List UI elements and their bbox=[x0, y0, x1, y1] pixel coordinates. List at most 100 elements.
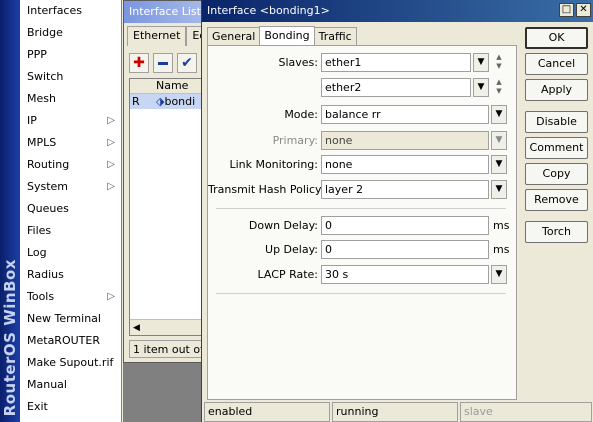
list-item-count: 1 item out of 13 bbox=[129, 340, 202, 358]
tab-general[interactable]: General bbox=[207, 27, 261, 46]
hash-policy-select[interactable]: layer 2 bbox=[321, 180, 489, 199]
check-icon: ✔ bbox=[181, 55, 193, 71]
remove-button[interactable] bbox=[153, 53, 173, 73]
menu-item-make-supout[interactable]: Make Supout.rif bbox=[20, 352, 121, 374]
dropdown-icon[interactable]: ▼ bbox=[473, 53, 489, 72]
dropdown-icon[interactable]: ▼ bbox=[491, 265, 507, 284]
menu-item-exit[interactable]: Exit bbox=[20, 396, 121, 418]
menu-item-queues[interactable]: Queues bbox=[20, 198, 121, 220]
menu-item-interfaces[interactable]: Interfaces bbox=[20, 0, 121, 22]
dropdown-icon: ▼ bbox=[491, 131, 507, 150]
down-delay-row: Down Delay: bbox=[208, 216, 318, 236]
horizontal-scrollbar[interactable]: ◀ bbox=[130, 319, 202, 335]
link-monitoring-label: Link Monitoring: bbox=[229, 158, 318, 171]
dropdown-icon[interactable]: ▼ bbox=[491, 155, 507, 174]
dialog-status-bar: enabled running slave bbox=[202, 402, 593, 422]
mode-select[interactable]: balance rr bbox=[321, 105, 489, 124]
submenu-arrow-icon: ▷ bbox=[107, 137, 115, 148]
menu-item-tools[interactable]: Tools ▷ bbox=[20, 286, 121, 308]
lacp-rate-select[interactable]: 30 s bbox=[321, 265, 489, 284]
column-name[interactable]: Name bbox=[156, 79, 188, 92]
tab-traffic[interactable]: Traffic bbox=[313, 27, 357, 46]
dialog-title-bar[interactable]: Interface <bonding1> □ ✕ bbox=[202, 0, 593, 22]
slaves-row: Slaves: bbox=[208, 53, 319, 73]
remove-button[interactable]: Remove bbox=[525, 189, 588, 211]
row-flag: R bbox=[132, 95, 140, 108]
brand-strip: RouterOS WinBox bbox=[0, 0, 20, 422]
scroll-left-icon[interactable]: ◀ bbox=[133, 323, 140, 333]
menu-item-mesh[interactable]: Mesh bbox=[20, 88, 121, 110]
add-button[interactable]: ✚ bbox=[129, 53, 149, 73]
up-delay-unit: ms bbox=[493, 243, 510, 256]
down-delay-label: Down Delay: bbox=[248, 219, 318, 232]
restore-button[interactable]: □ bbox=[559, 3, 574, 17]
cancel-button[interactable]: Cancel bbox=[525, 53, 588, 75]
side-menu: Interfaces Bridge PPP Switch Mesh IP ▷ MP… bbox=[20, 0, 122, 422]
menu-item-manual[interactable]: Manual bbox=[20, 374, 121, 396]
up-delay-label: Up Delay: bbox=[265, 243, 318, 256]
torch-button[interactable]: Torch bbox=[525, 221, 588, 243]
menu-item-metarouter[interactable]: MetaROUTER bbox=[20, 330, 121, 352]
menu-item-label: Radius bbox=[27, 268, 64, 281]
menu-item-switch[interactable]: Switch bbox=[20, 66, 121, 88]
menu-item-label: Exit bbox=[27, 400, 48, 413]
submenu-arrow-icon: ▷ bbox=[107, 291, 115, 302]
tab-ethernet[interactable]: Ethernet bbox=[127, 26, 187, 46]
menu-item-new-terminal[interactable]: New Terminal bbox=[20, 308, 121, 330]
interface-dialog: Interface <bonding1> □ ✕ General Bonding T… bbox=[201, 0, 593, 422]
close-button[interactable]: ✕ bbox=[576, 3, 591, 17]
table-row[interactable]: R ⬗bondi bbox=[130, 94, 202, 109]
slave-1-select[interactable]: ether1 bbox=[321, 53, 471, 72]
tab-bonding[interactable]: Bonding bbox=[259, 26, 315, 47]
up-icon: ▲ bbox=[496, 53, 502, 61]
link-monitoring-select[interactable]: none bbox=[321, 155, 489, 174]
menu-item-label: Manual bbox=[27, 378, 67, 391]
menu-item-label: Switch bbox=[27, 70, 64, 83]
up-delay-row: Up Delay: bbox=[208, 240, 318, 260]
menu-item-routing[interactable]: Routing ▷ bbox=[20, 154, 121, 176]
updown-icon[interactable]: ▲ ▼ bbox=[492, 78, 506, 97]
updown-icon[interactable]: ▲ ▼ bbox=[492, 53, 506, 72]
dropdown-icon[interactable]: ▼ bbox=[473, 78, 489, 97]
dropdown-icon[interactable]: ▼ bbox=[491, 180, 507, 199]
status-slave: slave bbox=[460, 402, 592, 422]
menu-item-label: Mesh bbox=[27, 92, 56, 105]
menu-item-log[interactable]: Log bbox=[20, 242, 121, 264]
menu-item-ip[interactable]: IP ▷ bbox=[20, 110, 121, 132]
dialog-tabs: General Bonding Traffic bbox=[207, 25, 357, 47]
dialog-title: Interface <bonding1> bbox=[207, 4, 330, 17]
hash-policy-label: Transmit Hash Policy: bbox=[208, 183, 325, 196]
menu-item-label: Make Supout.rif bbox=[27, 356, 114, 369]
menu-item-label: IP bbox=[27, 114, 37, 127]
disable-button[interactable]: Disable bbox=[525, 111, 588, 133]
brand-text: RouterOS WinBox bbox=[1, 258, 19, 416]
dropdown-icon[interactable]: ▼ bbox=[491, 105, 507, 124]
menu-item-label: MetaROUTER bbox=[27, 334, 100, 347]
down-delay-input[interactable]: 0 bbox=[321, 216, 489, 235]
ok-button[interactable]: OK bbox=[525, 27, 588, 49]
menu-item-radius[interactable]: Radius bbox=[20, 264, 121, 286]
menu-item-system[interactable]: System ▷ bbox=[20, 176, 121, 198]
row-name: bondi bbox=[164, 95, 196, 108]
copy-button[interactable]: Copy bbox=[525, 163, 588, 185]
minus-icon bbox=[158, 61, 168, 65]
separator bbox=[216, 208, 506, 209]
submenu-arrow-icon: ▷ bbox=[107, 115, 115, 126]
enable-button[interactable]: ✔ bbox=[177, 53, 197, 73]
menu-item-files[interactable]: Files bbox=[20, 220, 121, 242]
menu-item-mpls[interactable]: MPLS ▷ bbox=[20, 132, 121, 154]
menu-item-label: Bridge bbox=[27, 26, 63, 39]
comment-button[interactable]: Comment bbox=[525, 137, 588, 159]
menu-item-label: Routing bbox=[27, 158, 70, 171]
slave-2-select[interactable]: ether2 bbox=[321, 78, 471, 97]
interface-list-title[interactable]: Interface List bbox=[124, 1, 202, 23]
interface-list-window: Interface List EthernetEol ✚ ✔ Name R⬗bo… bbox=[123, 0, 203, 363]
submenu-arrow-icon: ▷ bbox=[107, 181, 115, 192]
status-enabled: enabled bbox=[204, 402, 330, 422]
close-icon: ✕ bbox=[579, 4, 588, 15]
menu-item-ppp[interactable]: PPP bbox=[20, 44, 121, 66]
primary-label: Primary: bbox=[272, 134, 318, 147]
apply-button[interactable]: Apply bbox=[525, 79, 588, 101]
up-delay-input[interactable]: 0 bbox=[321, 240, 489, 259]
menu-item-bridge[interactable]: Bridge bbox=[20, 22, 121, 44]
